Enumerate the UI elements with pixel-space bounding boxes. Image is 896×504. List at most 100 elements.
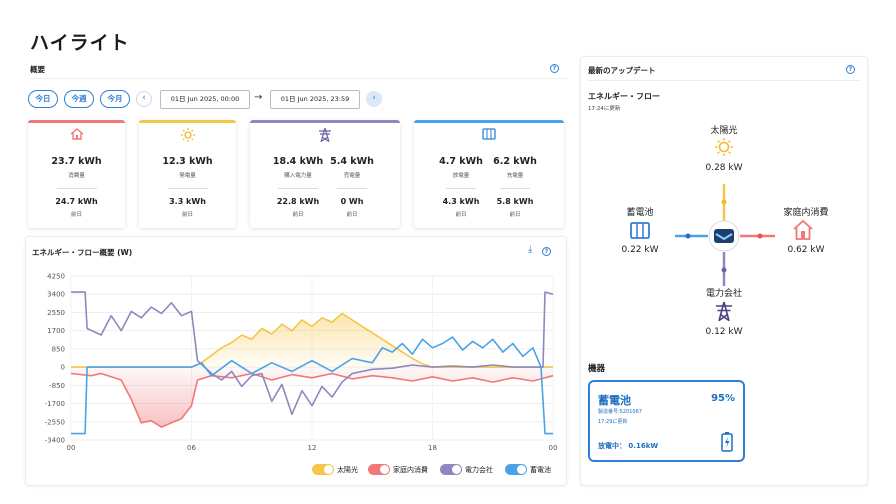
battery-label: 蓄電池 bbox=[626, 208, 654, 218]
chip-this-month[interactable]: 今月 bbox=[100, 90, 130, 108]
device-status: 放電中： 0.16kW bbox=[598, 442, 659, 450]
y-tick-label: 0 bbox=[61, 364, 65, 372]
battery-icon bbox=[630, 222, 650, 239]
legend-grid-label: 電力会社 bbox=[465, 465, 493, 474]
legend-battery-label: 蓄電池 bbox=[530, 465, 551, 474]
legend-home-label: 家庭内消費 bbox=[393, 465, 428, 474]
legend-solar-toggle[interactable] bbox=[312, 464, 334, 475]
consumption-prev-value: 24.7 kWh bbox=[55, 197, 98, 206]
solar-label: 太陽光 bbox=[710, 126, 738, 136]
divider bbox=[30, 78, 567, 79]
device-updated: 17:29に更新 bbox=[598, 419, 628, 425]
x-tick-label: 00 bbox=[549, 444, 558, 452]
home-icon bbox=[793, 219, 813, 240]
y-tick-label: 3400 bbox=[47, 291, 65, 299]
sold-label: 売電量 bbox=[343, 173, 361, 179]
arrow-icon: → bbox=[254, 92, 263, 103]
chart-title: エネルギー・フロー概要 (W) bbox=[32, 248, 133, 257]
home-label: 家庭内消費 bbox=[783, 208, 829, 218]
charge-value: 6.2 kWh bbox=[493, 156, 537, 167]
x-tick-label: 18 bbox=[428, 444, 437, 452]
energy-flow-diagram bbox=[630, 138, 813, 322]
solar-icon bbox=[715, 138, 733, 156]
y-tick-label: 4250 bbox=[47, 273, 65, 281]
purchased-value: 18.4 kWh bbox=[272, 156, 324, 167]
home-icon bbox=[28, 128, 125, 143]
sun-icon bbox=[139, 128, 236, 145]
home-value: 0.62 kW bbox=[787, 245, 825, 255]
consumption-label: 消費量 bbox=[68, 173, 85, 179]
legend-solar[interactable]: 太陽光 bbox=[312, 464, 358, 475]
chip-today[interactable]: 今日 bbox=[28, 90, 58, 108]
consumption-prev-label: 前日 bbox=[70, 212, 82, 218]
sold-prev-value: 0 Wh bbox=[340, 197, 364, 206]
chart-help-icon[interactable]: ? bbox=[542, 247, 551, 256]
battery-value: 0.22 kW bbox=[621, 245, 659, 255]
generation-prev-label: 前日 bbox=[181, 212, 193, 218]
legend-home-toggle[interactable] bbox=[368, 464, 390, 475]
download-icon[interactable]: ⤓ bbox=[528, 244, 532, 255]
date-to-input[interactable]: 01日 Jun 2025, 23:59 bbox=[270, 90, 360, 109]
energy-flow-chart: 42503400255017008500-850-1700-2550-34000… bbox=[45, 273, 558, 453]
device-card-battery[interactable]: 蓄電池 95% 製造番号:5201067 17:29に更新 放電中： 0.16k… bbox=[588, 380, 745, 462]
date-from-input[interactable]: 01日 Jun 2025, 00:00 bbox=[160, 90, 250, 109]
devices-title: 機器 bbox=[588, 364, 606, 374]
latest-title: 最新のアップデート bbox=[588, 66, 656, 75]
prev-period-button[interactable]: ‹ bbox=[136, 91, 152, 107]
y-tick-label: 850 bbox=[52, 345, 65, 353]
x-tick-label: 00 bbox=[67, 444, 76, 452]
purchased-prev-value: 22.8 kWh bbox=[276, 197, 320, 206]
legend-battery[interactable]: 蓄電池 bbox=[505, 464, 551, 475]
device-percent: 95% bbox=[711, 393, 735, 404]
x-tick-label: 12 bbox=[308, 444, 317, 452]
y-tick-label: -3400 bbox=[45, 437, 65, 445]
home-flow-dot bbox=[757, 233, 763, 239]
purchased-prev-label: 前日 bbox=[292, 212, 304, 218]
solar-flow-dot bbox=[721, 199, 727, 205]
y-tick-label: -850 bbox=[49, 382, 65, 390]
flow-updated: 17:24に更新 bbox=[588, 106, 621, 112]
device-serial: 製造番号:5201067 bbox=[598, 409, 642, 415]
flow-title: エネルギー・フロー bbox=[588, 92, 660, 101]
legend-solar-label: 太陽光 bbox=[337, 465, 358, 474]
next-period-button[interactable]: › bbox=[366, 91, 382, 107]
divider bbox=[588, 80, 860, 81]
purchased-label: 購入電力量 bbox=[284, 173, 312, 179]
x-tick-label: 06 bbox=[187, 444, 196, 452]
grid-flow-dot bbox=[721, 267, 727, 273]
charge-label: 充電量 bbox=[506, 173, 524, 179]
grid-label: 電力会社 bbox=[705, 289, 742, 299]
legend-grid-toggle[interactable] bbox=[440, 464, 462, 475]
discharge-prev-label: 前日 bbox=[455, 212, 467, 218]
y-tick-label: 1700 bbox=[47, 327, 65, 335]
pylon-icon bbox=[716, 301, 732, 322]
grid-value: 0.12 kW bbox=[705, 327, 743, 337]
battery-charge-icon bbox=[721, 432, 733, 456]
sold-value: 5.4 kWh bbox=[330, 156, 374, 167]
generation-label: 発電量 bbox=[179, 173, 196, 179]
battery-flow-dot bbox=[685, 233, 691, 239]
pylon-icon bbox=[250, 127, 400, 145]
hub-icon bbox=[708, 220, 740, 252]
consumption-value: 23.7 kWh bbox=[51, 156, 102, 167]
y-tick-label: -2550 bbox=[45, 418, 65, 426]
discharge-label: 放電量 bbox=[452, 173, 470, 179]
y-tick-label: 2550 bbox=[47, 309, 65, 317]
legend-battery-toggle[interactable] bbox=[505, 464, 527, 475]
solar-value: 0.28 kW bbox=[705, 163, 743, 173]
card-battery: 4.7 kWh 放電量 4.3 kWh 前日 6.2 kWh 充電量 5.8 k… bbox=[414, 120, 564, 228]
y-tick-label: -1700 bbox=[45, 400, 65, 408]
latest-help-icon[interactable]: ? bbox=[846, 65, 855, 74]
card-generation: 12.3 kWh 発電量 3.3 kWh 前日 bbox=[139, 120, 236, 228]
help-icon[interactable]: ? bbox=[550, 64, 559, 73]
legend-home[interactable]: 家庭内消費 bbox=[368, 464, 428, 475]
discharge-value: 4.7 kWh bbox=[439, 156, 483, 167]
chip-this-week[interactable]: 今週 bbox=[64, 90, 94, 108]
page-title: ハイライト bbox=[30, 32, 130, 54]
generation-prev-value: 3.3 kWh bbox=[169, 197, 206, 206]
legend-grid[interactable]: 電力会社 bbox=[440, 464, 493, 475]
card-consumption: 23.7 kWh 消費量 24.7 kWh 前日 bbox=[28, 120, 125, 228]
sold-prev-label: 前日 bbox=[346, 212, 358, 218]
device-name: 蓄電池 bbox=[598, 394, 631, 407]
card-grid: 18.4 kWh 購入電力量 22.8 kWh 前日 5.4 kWh 売電量 0… bbox=[250, 120, 400, 228]
